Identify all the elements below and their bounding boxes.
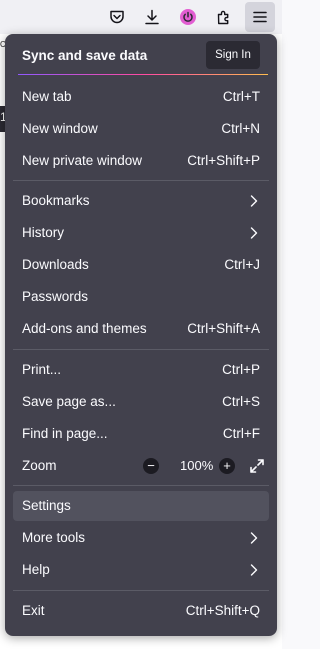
zoom-level-button[interactable]: 100% <box>180 451 213 481</box>
menu-item-label: New private window <box>22 153 143 168</box>
menu-item-save-page[interactable]: Save page as... Ctrl+S <box>13 387 269 417</box>
menu-item-new-private-window[interactable]: New private window Ctrl+Shift+P <box>13 146 269 176</box>
downloads-button[interactable] <box>137 2 167 32</box>
menu-item-addons[interactable]: Add-ons and themes Ctrl+Shift+A <box>13 314 269 344</box>
pocket-button[interactable] <box>102 2 132 32</box>
menu-item-help[interactable]: Help <box>13 555 269 585</box>
extensions-button[interactable] <box>209 2 239 32</box>
menu-item-label: New tab <box>22 89 72 104</box>
menu-separator <box>13 180 269 181</box>
menu-item-shortcut: Ctrl+P <box>222 362 260 377</box>
menu-item-label: Zoom <box>22 458 57 473</box>
menu-item-shortcut: Ctrl+S <box>222 394 260 409</box>
menu-item-downloads[interactable]: Downloads Ctrl+J <box>13 250 269 280</box>
menu-item-label: Help <box>22 562 50 577</box>
menu-item-print[interactable]: Print... Ctrl+P <box>13 355 269 385</box>
menu-item-shortcut: Ctrl+J <box>224 257 260 272</box>
menu-item-label: Add-ons and themes <box>22 321 147 336</box>
chevron-right-icon <box>250 532 258 544</box>
menu-item-settings[interactable]: Settings <box>13 491 269 521</box>
menu-item-label: Save page as... <box>22 394 116 409</box>
chevron-right-icon <box>250 195 258 207</box>
downloads-icon <box>145 9 159 25</box>
zoom-out-button[interactable]: − <box>143 458 159 474</box>
menu-item-label: Print... <box>22 362 62 377</box>
menu-item-shortcut: Ctrl+T <box>222 89 260 104</box>
extensions-icon <box>217 10 229 25</box>
menu-item-label: Settings <box>22 498 71 513</box>
menu-item-new-tab[interactable]: New tab Ctrl+T <box>13 82 269 112</box>
menu-item-find-in-page[interactable]: Find in page... Ctrl+F <box>13 419 269 449</box>
menu-item-label: Exit <box>22 603 45 618</box>
menu-item-label: Downloads <box>22 257 89 272</box>
browser-toolbar <box>0 0 282 34</box>
menu-item-label: Find in page... <box>22 426 108 441</box>
chevron-right-icon <box>250 564 258 576</box>
menu-item-new-window[interactable]: New window Ctrl+N <box>13 114 269 144</box>
menu-item-label: History <box>22 225 65 240</box>
app-menu-icon <box>253 11 267 23</box>
menu-separator <box>13 485 269 486</box>
pocket-icon <box>110 10 124 24</box>
menu-item-shortcut: Ctrl+Shift+P <box>187 153 260 168</box>
menu-item-bookmarks[interactable]: Bookmarks <box>13 186 269 216</box>
sync-title[interactable]: Sync and save data <box>22 47 147 65</box>
sign-in-button[interactable]: Sign In <box>206 41 260 69</box>
menu-item-exit[interactable]: Exit Ctrl+Shift+Q <box>13 596 269 626</box>
menu-item-label: More tools <box>22 530 86 545</box>
sync-separator <box>18 74 268 75</box>
app-menu-panel: Sync and save data Sign In New tab Ctrl+… <box>5 34 277 636</box>
menu-item-passwords[interactable]: Passwords <box>13 282 269 312</box>
extension-power-icon <box>180 9 196 25</box>
menu-separator <box>13 590 269 591</box>
zoom-in-button[interactable]: + <box>219 458 235 474</box>
menu-item-zoom: Zoom − 100% + <box>13 451 269 481</box>
extension-power-button[interactable] <box>173 2 203 32</box>
menu-item-history[interactable]: History <box>13 218 269 248</box>
chevron-right-icon <box>250 227 258 239</box>
menu-item-label: Passwords <box>22 289 89 304</box>
menu-item-shortcut: Ctrl+Shift+Q <box>185 603 260 618</box>
menu-item-shortcut: Ctrl+Shift+A <box>187 321 260 336</box>
menu-item-label: New window <box>22 121 98 136</box>
menu-item-more-tools[interactable]: More tools <box>13 523 269 553</box>
fullscreen-icon[interactable] <box>249 458 265 474</box>
menu-item-shortcut: Ctrl+F <box>222 426 260 441</box>
app-menu-button[interactable] <box>245 2 275 32</box>
menu-separator <box>13 349 269 350</box>
menu-item-shortcut: Ctrl+N <box>221 121 260 136</box>
menu-item-label: Bookmarks <box>22 193 90 208</box>
